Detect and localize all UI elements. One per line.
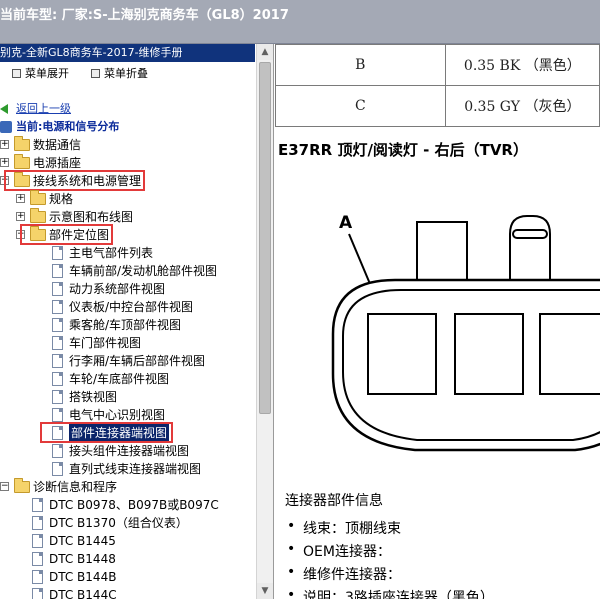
pin-cell: B: [275, 44, 446, 86]
callout-label: A: [339, 213, 353, 233]
document-icon: [52, 390, 63, 404]
tree-item-label: 动力系统部件视图: [69, 282, 166, 296]
tree-scrollbar[interactable]: ▲ ▼: [256, 44, 273, 599]
document-icon: [32, 552, 43, 566]
tree-item-label: DTC B1448: [49, 552, 116, 566]
expand-icon: [12, 69, 21, 78]
document-icon: [52, 372, 63, 386]
tree-item-label: DTC B1370（组合仪表）: [49, 516, 188, 530]
expand-toggle-icon[interactable]: +: [16, 194, 25, 203]
tree-item-label: 接头组件连接器端视图: [69, 444, 190, 458]
tree-item-label: 车辆前部/发动机舱部件视图: [69, 264, 218, 278]
list-item: OEM连接器：: [285, 541, 494, 564]
folder-icon: [14, 478, 30, 493]
connector-latch: [416, 221, 468, 281]
collapse-menu-label: 菜单折叠: [104, 67, 148, 80]
document-icon: [52, 462, 63, 476]
connector-end-view-diagram: A: [331, 213, 600, 452]
tree-item-label: 直列式线束连接器端视图: [69, 462, 202, 476]
document-icon: [32, 516, 43, 530]
highlight-box: [20, 224, 114, 245]
tree-toolbar: 菜单展开 菜单折叠: [0, 65, 158, 83]
document-icon: [52, 336, 63, 350]
document-icon: [32, 498, 43, 512]
document-icon: [52, 300, 63, 314]
document-icon: [52, 444, 63, 458]
collapse-menu-button[interactable]: 菜单折叠: [79, 65, 148, 83]
scroll-up-arrow-icon[interactable]: ▲: [257, 44, 273, 60]
document-icon: [32, 588, 43, 599]
table-row: C 0.35 GY （灰色）: [275, 85, 600, 127]
terminal-cavity: [539, 313, 600, 395]
document-icon: [32, 534, 43, 548]
location-icon: [0, 121, 12, 133]
current-location-label: 当前:电源和信号分布: [16, 120, 120, 133]
wire-cell: 0.35 GY （灰色）: [444, 85, 600, 127]
document-icon: [32, 570, 43, 584]
document-icon: [52, 246, 63, 260]
terminal-cavity: [367, 313, 437, 395]
pin-table: B 0.35 BK （黑色） C 0.35 GY （灰色）: [275, 44, 600, 127]
list-item: 维修件连接器：: [285, 564, 494, 587]
tree-item-label: DTC B144B: [49, 570, 117, 584]
tree-item-label: 数据通信: [33, 138, 82, 152]
tree-item-label: 规格: [49, 192, 74, 206]
expand-menu-label: 菜单展开: [25, 67, 69, 80]
folder-icon: [14, 136, 30, 151]
tree-item-label: 行李厢/车辆后部部件视图: [69, 354, 206, 368]
tree-item-label: 仪表板/中控台部件视图: [69, 300, 194, 314]
window-titlebar: 当前车型: 厂家:S-上海别克商务车（GL8）2017: [0, 0, 600, 44]
list-item: 线束：顶棚线束: [285, 518, 494, 541]
connector-info-list: 线束：顶棚线束 OEM连接器： 维修件连接器： 说明：3路插座连接器（黑色）: [285, 518, 494, 599]
connector-info-heading: 连接器部件信息: [285, 493, 383, 509]
folder-icon: [30, 208, 46, 223]
navigation-pane: 别克-全新GL8商务车-2017-维修手册 菜单展开 菜单折叠 返回上一级当前:电…: [0, 44, 274, 599]
key-slot: [512, 229, 548, 239]
collapse-icon: [91, 69, 100, 78]
document-icon: [52, 282, 63, 296]
connector-title: E37RR 顶灯/阅读灯 - 右后（TVR）: [278, 141, 528, 159]
connector-key: [509, 215, 551, 280]
tree-item-label: 车轮/车底部件视图: [69, 372, 170, 386]
document-icon: [52, 264, 63, 278]
folder-icon: [30, 190, 46, 205]
back-link[interactable]: 返回上一级: [16, 100, 71, 118]
collapse-toggle-icon[interactable]: −: [0, 482, 9, 491]
folder-icon: [14, 154, 30, 169]
list-item: 说明：3路插座连接器（黑色）: [285, 587, 494, 599]
content-pane: B 0.35 BK （黑色） C 0.35 GY （灰色） E37RR 顶灯/阅…: [275, 44, 600, 599]
scroll-down-arrow-icon[interactable]: ▼: [257, 583, 273, 599]
document-icon: [52, 408, 63, 422]
table-row: B 0.35 BK （黑色）: [275, 44, 600, 86]
tree-item-label: DTC B0978、B097B或B097C: [49, 498, 219, 512]
highlight-box: [4, 170, 146, 191]
tree-item-label: 搭铁视图: [69, 390, 118, 404]
tree-item-label: 诊断信息和程序: [33, 480, 118, 494]
window-title: 当前车型: 厂家:S-上海别克商务车（GL8）2017: [0, 8, 289, 23]
tree-item-label: 乘客舱/车顶部件视图: [69, 318, 182, 332]
pin-cell: C: [275, 85, 446, 127]
back-arrow-icon: [0, 104, 8, 114]
tree-item-label: 车门部件视图: [69, 336, 142, 350]
expand-toggle-icon[interactable]: +: [0, 140, 9, 149]
document-icon: [52, 318, 63, 332]
scroll-thumb[interactable]: [259, 62, 271, 414]
expand-menu-button[interactable]: 菜单展开: [0, 65, 69, 83]
expand-toggle-icon[interactable]: +: [16, 212, 25, 221]
document-icon: [52, 354, 63, 368]
wire-cell: 0.35 BK （黑色）: [444, 44, 600, 86]
highlight-box: [40, 422, 174, 443]
manual-title-bar: 别克-全新GL8商务车-2017-维修手册: [0, 44, 255, 62]
tree-item-label: 主电气部件列表: [69, 246, 154, 260]
tree-item-label: DTC B1445: [49, 534, 116, 548]
tree-item-label: DTC B144C: [49, 588, 117, 599]
terminal-cavity: [454, 313, 524, 395]
expand-toggle-icon[interactable]: +: [0, 158, 9, 167]
